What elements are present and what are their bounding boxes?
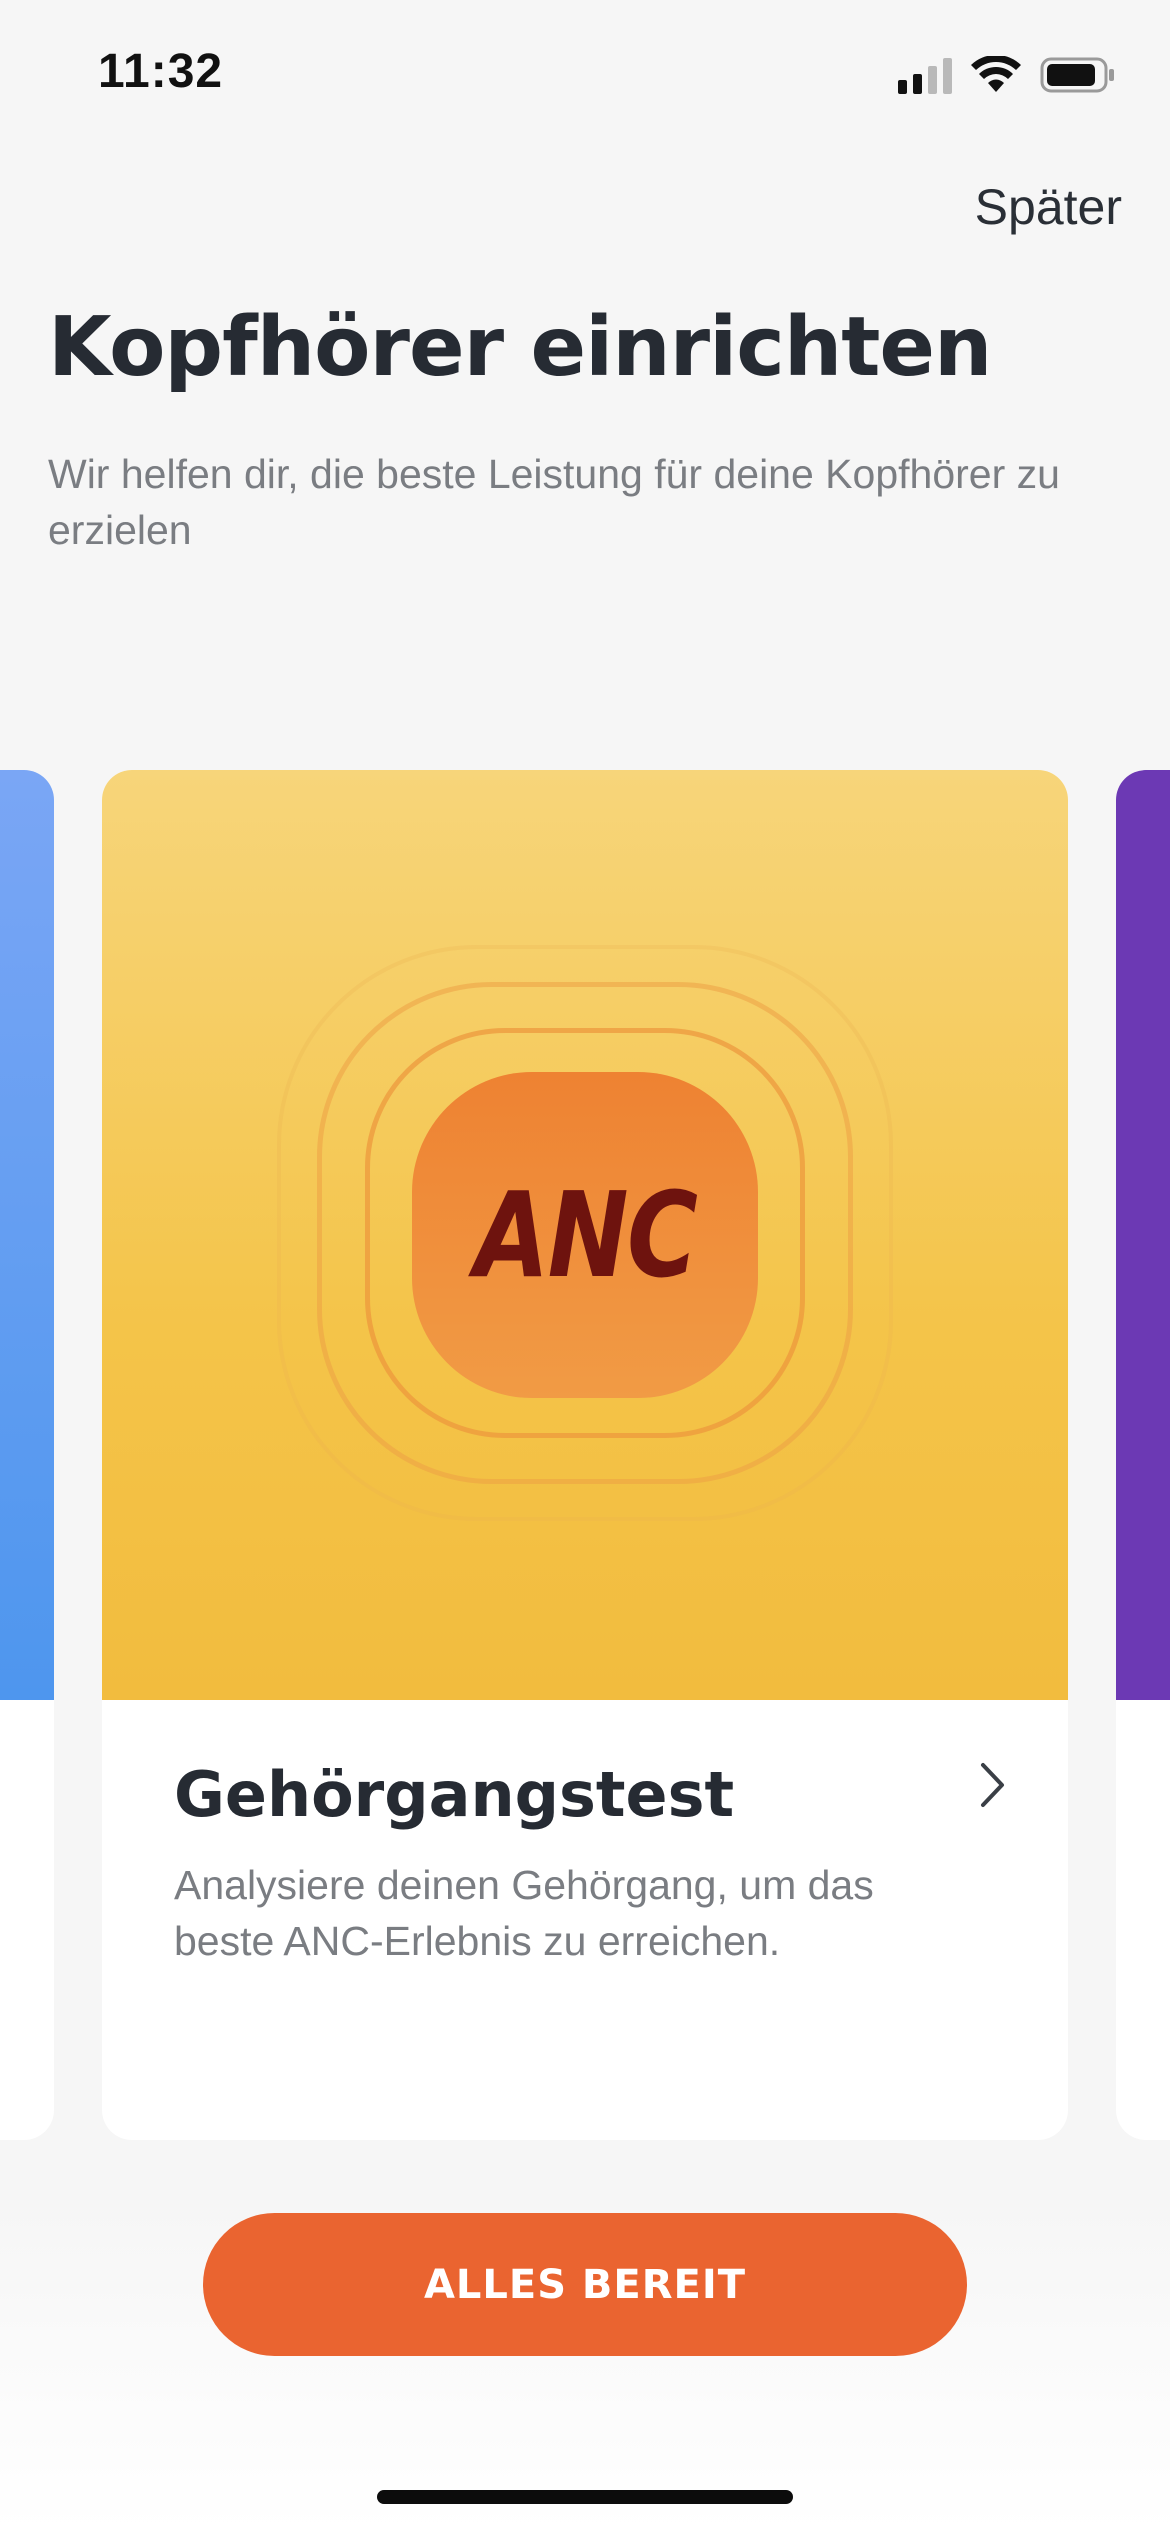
status-bar: 11:32 — [0, 0, 1170, 150]
home-indicator[interactable] — [377, 2490, 793, 2504]
signal-icon — [898, 58, 952, 94]
anc-badge-label: ANC — [474, 1166, 698, 1304]
setup-card-ear-canal-test[interactable]: ANC Gehörgangstest Analysiere deinen Geh… — [102, 770, 1068, 2140]
next-card-art — [1116, 770, 1170, 1700]
previous-card[interactable] — [0, 770, 54, 2140]
page-title: Kopfhörer einrichten — [48, 300, 992, 395]
wifi-icon — [970, 56, 1022, 94]
card-illustration: ANC — [102, 770, 1068, 1700]
screen: 11:32 Später Kopfhörer einrichten Wir he… — [0, 0, 1170, 2532]
page-subtitle: Wir helfen dir, die beste Leistung für d… — [48, 451, 1060, 553]
all-ready-button[interactable]: ALLES BEREIT — [203, 2213, 967, 2356]
previous-card-art — [0, 770, 54, 1700]
later-button[interactable]: Später — [975, 178, 1122, 236]
status-time: 11:32 — [98, 45, 224, 98]
status-icons — [898, 54, 1116, 94]
all-ready-button-label: ALLES BEREIT — [423, 2261, 747, 2308]
card-title: Gehörgangstest — [174, 1758, 735, 1831]
chevron-right-icon[interactable] — [978, 1760, 1008, 1815]
card-description: Analysiere deinen Gehörgang, um das best… — [174, 1862, 874, 1964]
next-card[interactable] — [1116, 770, 1170, 2140]
anc-icon: ANC — [412, 1072, 758, 1398]
battery-icon — [1040, 56, 1116, 94]
card-body: Gehörgangstest Analysiere deinen Gehörga… — [102, 1700, 1068, 1969]
